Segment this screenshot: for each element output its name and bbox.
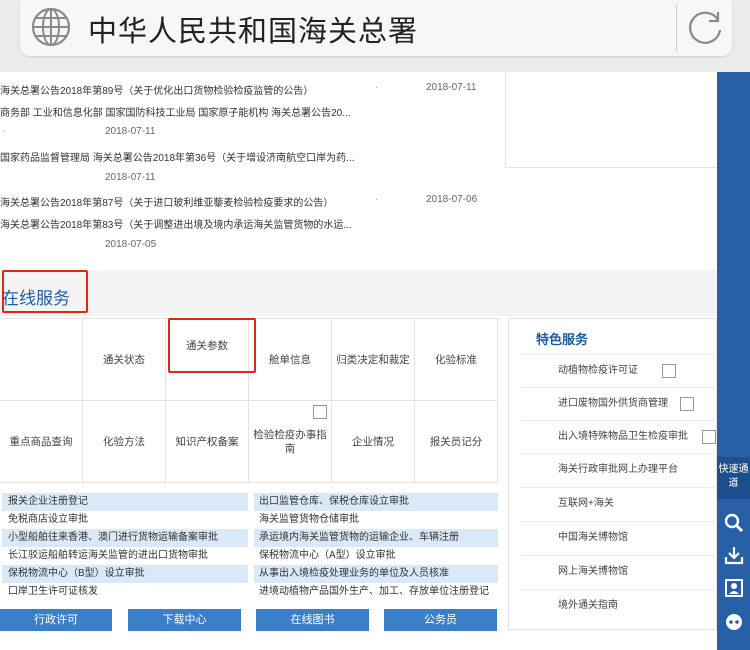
feature-services-panel: 特色服务 动植物检疫许可证 进口废物国外供货商管理 出入境特殊物品卫生检疫审批 … (508, 318, 718, 630)
approval-item[interactable]: 从事出入境检疫处理业务的单位及人员核准 (254, 565, 498, 583)
news-item[interactable]: 海关总署公告2018年第83号（关于调整进出境及境内承运海关监管货物的水运... (0, 216, 352, 231)
feature-item-label: 海关行政审批网上办理平台 (558, 464, 678, 475)
news-item[interactable]: 海关总署公告2018年第89号（关于优化出口货物检验检疫监管的公告） (0, 82, 313, 97)
service-enterprise-info[interactable]: 企业情况 (332, 401, 415, 483)
approval-item[interactable]: 保税物流中心（A型）设立审批 (254, 547, 498, 565)
feature-item-label: 出入境特殊物品卫生检疫审批 (558, 431, 688, 442)
feature-item[interactable]: 出入境特殊物品卫生检疫审批 (521, 420, 718, 453)
approval-item[interactable]: 承运境内海关监管货物的运输企业、车辆注册 (254, 529, 498, 547)
address-bar: 中华人民共和国海关总署 (0, 0, 750, 72)
online-books-button[interactable]: 在线图书 (256, 609, 369, 631)
reload-icon[interactable] (684, 6, 728, 50)
highlight-box (168, 318, 256, 373)
approval-item[interactable]: 小型船舶往来香港、澳门进行货物运输备案审批 (2, 529, 248, 547)
feature-item-label: 中国海关博物馆 (558, 532, 628, 543)
service-assay-method[interactable]: 化验方法 (83, 401, 166, 483)
service-cell (0, 319, 83, 401)
checkbox[interactable] (702, 430, 716, 444)
approval-item[interactable]: 口岸卫生许可证核发 (2, 583, 248, 601)
approval-item[interactable]: 报关企业注册登记 (2, 493, 248, 511)
service-assay-standard[interactable]: 化验标准 (415, 319, 498, 401)
approval-item[interactable]: 海关监管货物仓储审批 (254, 511, 498, 529)
feature-item-label: 动植物检疫许可证 (558, 365, 638, 376)
feature-item-label: 境外通关指南 (558, 600, 618, 611)
service-declarant-score[interactable]: 报关员记分 (415, 401, 498, 483)
approval-item[interactable]: 进境动植物产品国外生产、加工、存放单位注册登记 (254, 583, 498, 601)
feature-item[interactable]: 动植物检疫许可证 (521, 354, 718, 387)
news-dot: · (2, 126, 6, 137)
approval-item[interactable]: 免税商店设立审批 (2, 511, 248, 529)
robot-icon[interactable] (723, 610, 745, 632)
divider (676, 4, 677, 52)
feature-item[interactable]: 进口废物国外供货商管理 (521, 387, 718, 420)
online-services-header (0, 270, 717, 316)
news-date: 2018-07-11 (426, 82, 477, 93)
news-date: 2018-07-05 (105, 239, 157, 250)
feature-item-label: 进口废物国外供货商管理 (558, 398, 668, 409)
service-manifest-info[interactable]: 舱单信息 (249, 319, 332, 401)
news-date: 2018-07-06 (426, 194, 478, 205)
feature-item[interactable]: 中国海关博物馆 (521, 521, 718, 554)
feature-services-title: 特色服务 (536, 332, 589, 347)
service-ip-record[interactable]: 知识产权备案 (166, 401, 249, 483)
news-date: 2018-07-11 (105, 172, 156, 183)
approval-item[interactable]: 保税物流中心（B型）设立审批 (2, 565, 248, 583)
globe-icon (31, 7, 71, 47)
admin-license-button[interactable]: 行政许可 (0, 609, 112, 631)
approval-item[interactable]: 出口监管仓库、保税仓库设立审批 (254, 493, 498, 511)
service-classification[interactable]: 归类决定和裁定 (332, 319, 415, 401)
search-icon[interactable] (723, 512, 745, 534)
highlight-box (2, 270, 88, 313)
news-item[interactable]: 国家药品监督管理局 海关总署公告2018年第36号（关于增设济南航空口岸为药..… (0, 149, 354, 164)
news-side-panel (505, 72, 717, 168)
site-title: 中华人民共和国海关总署 (88, 14, 419, 48)
contact-card-icon[interactable] (723, 577, 745, 599)
civil-servant-button[interactable]: 公务员 (384, 609, 497, 631)
feature-item[interactable]: 网上海关博物馆 (521, 555, 718, 588)
news-dot: · (375, 82, 379, 93)
url-box[interactable]: 中华人民共和国海关总署 (20, 0, 732, 56)
feature-item-label: 互联网+海关 (558, 498, 614, 509)
news-item[interactable]: 商务部 工业和信息化部 国家国防科技工业局 国家原子能机构 海关总署公告20..… (0, 104, 351, 119)
news-item[interactable]: 海关总署公告2018年第87号（关于进口玻利维亚藜麦检验检疫要求的公告） (0, 194, 333, 209)
checkbox[interactable] (662, 364, 676, 378)
feature-item-label: 网上海关博物馆 (558, 566, 628, 577)
news-dot: · (375, 194, 379, 205)
checkbox[interactable] (313, 405, 327, 419)
service-customs-status[interactable]: 通关状态 (83, 319, 166, 401)
feature-item[interactable]: 海关行政审批网上办理平台 (521, 453, 718, 486)
feature-item[interactable]: 境外通关指南 (521, 589, 718, 622)
service-key-goods[interactable]: 重点商品查询 (0, 401, 83, 483)
download-icon[interactable] (723, 544, 745, 566)
news-date: 2018-07-11 (105, 126, 156, 137)
checkbox[interactable] (680, 397, 694, 411)
feature-item[interactable]: 互联网+海关 (521, 487, 718, 520)
quick-access-label[interactable]: 快速通道 (717, 457, 750, 499)
approval-item[interactable]: 长江驳运船舶转运海关监管的进出口货物审批 (2, 547, 248, 565)
right-toolbar: 快速通道 (717, 72, 750, 650)
download-center-button[interactable]: 下载中心 (128, 609, 241, 631)
